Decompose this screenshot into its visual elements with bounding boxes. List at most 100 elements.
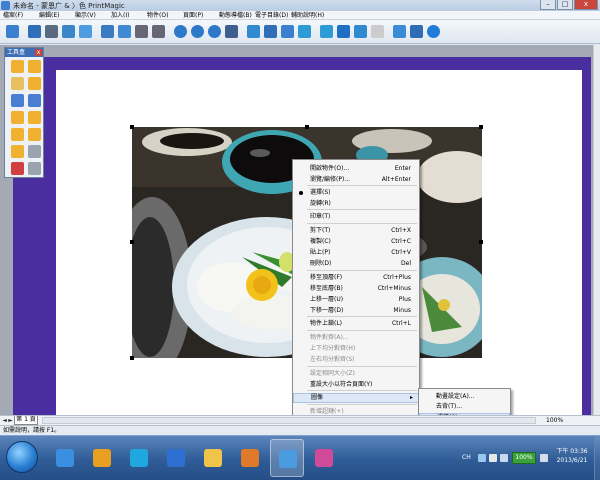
pen-tool-icon[interactable] [11, 77, 24, 90]
minimize-button[interactable]: – [540, 0, 556, 10]
show-desktop-button[interactable] [594, 436, 600, 480]
menu-item-9[interactable]: 輔助說明(H) [288, 11, 324, 19]
app-icon[interactable] [1, 1, 10, 10]
context-menu-item[interactable]: 圖像 ▸ [293, 393, 419, 403]
taskbar-skype-button[interactable] [122, 439, 156, 477]
menu-item-4[interactable]: 加入(I) [108, 11, 144, 19]
image-submenu-item[interactable]: 動畫設定(A)... [419, 392, 510, 402]
taskbar-media-button[interactable] [233, 439, 267, 477]
context-menu-item[interactable]: 移至底層(B) Ctrl+Minus [293, 284, 419, 294]
resize-handle-n[interactable] [305, 125, 309, 129]
menu-item-2[interactable]: 編輯(E) [36, 11, 72, 19]
resize-handle-e[interactable] [479, 240, 483, 244]
horizontal-scrollbar[interactable] [42, 417, 536, 424]
ellipse-tool-icon[interactable] [28, 77, 41, 90]
resize-handle-sw[interactable] [130, 356, 134, 360]
taskbar-printmagic-button[interactable] [270, 439, 304, 477]
context-menu-item[interactable]: 下移一層(D) Minus [293, 306, 419, 316]
tool-palette-close-icon[interactable]: x [35, 49, 42, 56]
context-menu-item[interactable]: 上移一層(U) Plus [293, 295, 419, 305]
mail-icon[interactable] [352, 23, 369, 40]
transform-tool-icon[interactable] [28, 94, 41, 107]
select-tool-icon[interactable] [11, 60, 24, 73]
flag-icon[interactable] [540, 454, 548, 462]
context-menu-item[interactable]: 剪下(T) Ctrl+X [293, 226, 419, 236]
calendar-icon[interactable] [369, 23, 386, 40]
tool-palette-header[interactable]: 工具盒 x [5, 48, 43, 57]
video-icon[interactable] [99, 23, 116, 40]
menu-item-5[interactable]: 物件(O) [144, 11, 180, 19]
context-menu-item[interactable]: 瀏覽/編修(P)... Alt+Enter [293, 175, 419, 185]
crop-tool-icon[interactable] [11, 111, 24, 124]
redo-icon[interactable] [189, 23, 206, 40]
settings-icon[interactable] [408, 23, 425, 40]
menu-item-1[interactable]: 檔案(F) [0, 11, 36, 19]
keyboard-icon[interactable] [478, 454, 486, 462]
menu-item-6[interactable]: 頁面(P) [180, 11, 216, 19]
context-menu-item[interactable]: 選擇(S) [293, 188, 419, 198]
share-icon[interactable] [318, 23, 335, 40]
play-icon[interactable] [425, 23, 442, 40]
menu-item-7[interactable]: 動態導檔(B) [216, 11, 252, 19]
text-icon[interactable] [262, 23, 279, 40]
swap-tool-icon[interactable] [28, 162, 41, 175]
context-menu-item[interactable]: 開啟物件(O)... Enter [293, 164, 419, 174]
close-button[interactable]: x [574, 0, 598, 10]
context-menu-item-label: 上移一層(U) [310, 296, 344, 303]
taskbar-paint-button[interactable] [307, 439, 341, 477]
context-menu-item[interactable]: 刪除(D) Del [293, 259, 419, 269]
taskbar-ie-button[interactable] [48, 439, 82, 477]
refresh-icon[interactable] [206, 23, 223, 40]
resize-handle-nw[interactable] [130, 125, 134, 129]
folder-icon[interactable] [335, 23, 352, 40]
context-menu-item[interactable]: 重設大小以符合頁面(Y) [293, 380, 419, 390]
rect-tool-icon[interactable] [11, 94, 24, 107]
start-button[interactable] [6, 441, 38, 473]
context-menu-item[interactable]: 移至頂層(F) Ctrl+Plus [293, 273, 419, 283]
magic-wand-tool-icon[interactable] [28, 60, 41, 73]
help-icon[interactable] [391, 23, 408, 40]
audio-icon[interactable] [116, 23, 133, 40]
taskbar-browser-button[interactable] [159, 439, 193, 477]
taskbar-outlook-button[interactable] [85, 439, 119, 477]
fill-tool-icon[interactable] [11, 145, 24, 158]
page-prev-icon[interactable] [133, 23, 150, 40]
context-menu-item[interactable]: 印章(T) [293, 212, 419, 222]
color-tool-icon[interactable] [11, 162, 24, 175]
resize-handle-ne[interactable] [479, 125, 483, 129]
menu-item-8[interactable]: 電子目錄(D) [252, 11, 288, 19]
print-icon[interactable] [43, 23, 60, 40]
menu-item-3[interactable]: 顯示(V) [72, 11, 108, 19]
context-menu: 開啟物件(O)... Enter 瀏覽/編修(P)... Alt+Enter 選擇(S)… [292, 159, 420, 437]
maximize-button[interactable]: □ [557, 0, 573, 10]
save-icon[interactable] [26, 23, 43, 40]
scan-icon[interactable] [60, 23, 77, 40]
undo-icon[interactable] [172, 23, 189, 40]
context-menu-item[interactable]: 旋轉(R) [293, 199, 419, 209]
next-page-icon[interactable]: ► [7, 417, 14, 424]
language-indicator[interactable]: CH [462, 454, 471, 461]
photo-icon[interactable] [77, 23, 94, 40]
album-icon[interactable] [296, 23, 313, 40]
vertical-scrollbar[interactable] [593, 45, 600, 415]
text-tool-icon[interactable] [28, 145, 41, 158]
mirror-tool-icon[interactable] [28, 128, 41, 141]
page-tab-1[interactable]: 第 1 頁 [14, 416, 38, 425]
volume-icon[interactable] [489, 454, 497, 462]
context-menu-item[interactable]: 貼上(P) Ctrl+V [293, 248, 419, 258]
taskbar-explorer-button[interactable] [196, 439, 230, 477]
clock[interactable]: 下午 03:36 2013/6/21 [552, 447, 592, 465]
context-menu-item[interactable]: 物件上鎖(L) Ctrl+L [293, 319, 419, 329]
layout-icon[interactable] [279, 23, 296, 40]
page-next-icon[interactable] [150, 23, 167, 40]
zoom-icon[interactable] [223, 23, 240, 40]
context-menu-item[interactable]: 複製(C) Ctrl+C [293, 237, 419, 247]
image-submenu-item[interactable]: 去背(T)... [419, 402, 510, 412]
network-icon[interactable] [500, 454, 508, 462]
image-edit-icon[interactable] [245, 23, 262, 40]
zoom-badge[interactable]: 100% [512, 452, 536, 464]
copy-tool-icon[interactable] [28, 111, 41, 124]
rotate-tool-icon[interactable] [11, 128, 24, 141]
resize-handle-w[interactable] [130, 240, 134, 244]
home-icon[interactable] [4, 23, 21, 40]
